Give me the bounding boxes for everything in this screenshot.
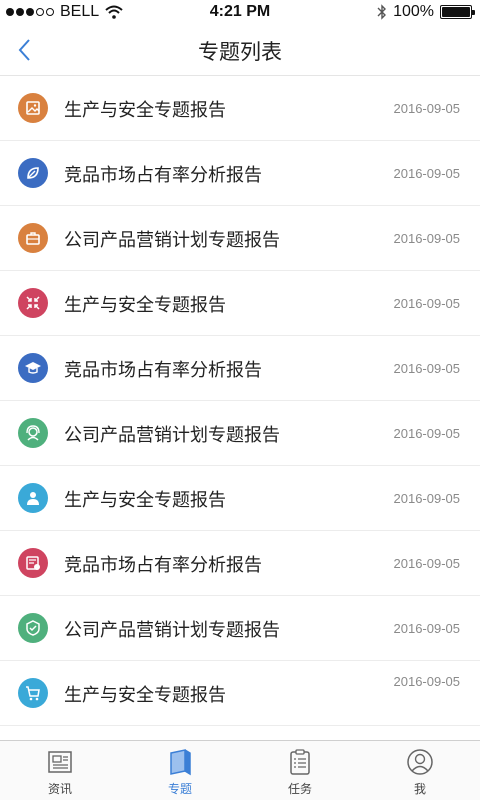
tab-label: 资讯 [47,782,72,796]
nav-bar: 专题列表 [0,24,480,76]
list-item-date: 2016-09-05 [393,361,461,376]
list-item-date: 2016-09-05 [393,166,461,181]
list-item-title: 生产与安全专题报告 [64,295,226,315]
clipboard-icon [290,749,310,775]
list-item[interactable]: 生产与安全专题报告 2016-09-05 [0,466,480,531]
list-item-date: 2016-09-05 [393,556,461,571]
topic-list: 生产与安全专题报告 2016-09-05 竞品市场占有率分析报告 2016-09-05… [0,76,480,726]
status-right: 100% [377,3,475,21]
list-item-title: 生产与安全专题报告 [64,490,226,510]
tab-label: 专题 [167,782,192,796]
tab-label: 任务 [287,782,312,796]
list-item-date: 2016-09-05 [393,231,461,246]
list-item[interactable]: 公司产品营销计划专题报告 2016-09-05 [0,206,480,271]
list-item-title: 公司产品营销计划专题报告 [64,425,280,445]
graduation-cap-icon [18,353,48,383]
list-item-title: 竞品市场占有率分析报告 [64,165,262,185]
list-item-title: 生产与安全专题报告 [64,685,226,705]
profile-icon [407,749,433,775]
tab-label: 我 [413,782,426,796]
list-item-date: 2016-09-05 [393,491,461,506]
list-item[interactable]: 竞品市场占有率分析报告 2016-09-05 [0,141,480,206]
page-title: 专题列表 [198,41,282,64]
list-item-title: 竞品市场占有率分析报告 [64,555,262,575]
list-item[interactable]: 公司产品营销计划专题报告 2016-09-05 [0,401,480,466]
list-item[interactable]: 生产与安全专题报告 2016-09-05 [0,661,480,726]
list-item-date: 2016-09-05 [393,674,461,689]
tab-profile[interactable]: 我 [360,741,480,800]
compress-icon [18,288,48,318]
list-item-date: 2016-09-05 [393,296,461,311]
list-item[interactable]: 公司产品营销计划专题报告 2016-09-05 [0,596,480,661]
list-item[interactable]: 生产与安全专题报告 2016-09-05 [0,271,480,336]
list-item-date: 2016-09-05 [393,101,461,116]
list-item[interactable]: 生产与安全专题报告 2016-09-05 [0,76,480,141]
badge-icon [18,613,48,643]
list-item-date: 2016-09-05 [393,621,461,636]
battery-percent: 100% [393,3,434,20]
headset-icon [18,418,48,448]
list-item-date: 2016-09-05 [393,426,461,441]
tab-bar: 资讯 专题 任务 我 [0,740,480,800]
list-item[interactable]: 竞品市场占有率分析报告 2016-09-05 [0,531,480,596]
tab-news[interactable]: 资讯 [0,741,120,800]
battery-icon [440,5,475,19]
bluetooth-icon [377,4,387,20]
tab-book[interactable]: 专题 [120,741,240,800]
user-icon [18,483,48,513]
status-bar: BELL 4:21 PM 100% [0,0,480,24]
briefcase-icon [18,223,48,253]
cart-icon [18,678,48,708]
list-item-title: 生产与安全专题报告 [64,100,226,120]
list-item-title: 竞品市场占有率分析报告 [64,360,262,380]
news-icon [48,751,72,773]
leaf-icon [18,158,48,188]
list-item[interactable]: 竞品市场占有率分析报告 2016-09-05 [0,336,480,401]
tab-clipboard[interactable]: 任务 [240,741,360,800]
list-item-title: 公司产品营销计划专题报告 [64,230,280,250]
picture-icon [18,93,48,123]
list-item-title: 公司产品营销计划专题报告 [64,620,280,640]
certificate-icon [18,548,48,578]
book-icon [170,749,191,776]
